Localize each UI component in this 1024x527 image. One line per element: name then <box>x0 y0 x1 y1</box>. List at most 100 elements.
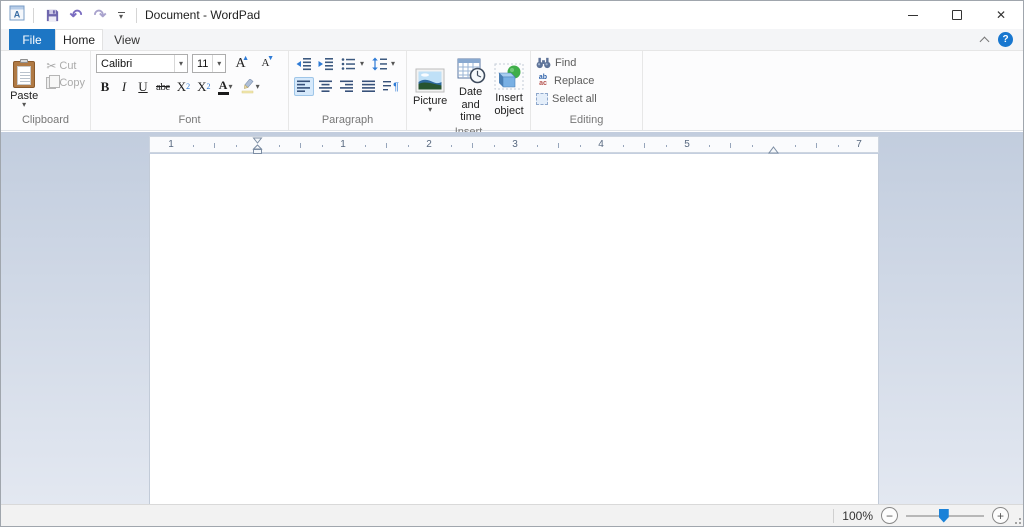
minus-icon: − <box>886 510 893 522</box>
minimize-icon <box>908 15 918 16</box>
chevron-down-icon: ▾ <box>119 14 123 19</box>
statusbar: 100% − + <box>1 504 1023 526</box>
group-label-clipboard: Clipboard <box>1 113 90 130</box>
align-right-button[interactable] <box>338 77 358 96</box>
copy-button[interactable]: Copy <box>46 77 85 89</box>
paste-button[interactable]: Paste ▾ <box>6 54 42 113</box>
save-button[interactable] <box>42 5 62 25</box>
ruler-tick <box>752 145 753 147</box>
chevron-down-icon[interactable]: ▾ <box>391 61 395 67</box>
find-button[interactable]: Find <box>536 54 637 71</box>
bold-button[interactable]: B <box>96 77 114 96</box>
titlebar-separator <box>33 8 34 23</box>
justify-button[interactable] <box>359 77 379 96</box>
zoom-out-button[interactable]: − <box>881 507 898 524</box>
ruler-tick <box>408 145 409 147</box>
replace-icon: abac <box>536 75 550 87</box>
undo-button[interactable]: ↶ <box>66 5 86 25</box>
grow-font-button[interactable]: A▲ <box>230 54 251 73</box>
group-label-paragraph: Paragraph <box>289 113 406 130</box>
ruler-tick <box>214 143 215 148</box>
titlebar-separator <box>136 8 137 23</box>
zoom-slider-thumb[interactable] <box>939 509 949 523</box>
insert-object-button[interactable]: Insertobject <box>493 54 525 125</box>
zoom-slider[interactable] <box>906 508 984 524</box>
ruler-number: 1 <box>168 139 174 150</box>
chevron-down-icon: ▾ <box>179 61 183 67</box>
subscript-button[interactable]: X2 <box>174 77 193 96</box>
font-family-combo[interactable]: Calibri ▾ <box>96 54 188 73</box>
picture-icon <box>415 68 445 93</box>
resize-grip[interactable] <box>1011 514 1021 524</box>
minimize-button[interactable] <box>891 1 935 29</box>
redo-button[interactable]: ↷ <box>90 5 110 25</box>
chevron-down-icon: ▾ <box>256 84 260 90</box>
ruler-tick <box>193 145 194 147</box>
ruler-tick <box>236 145 237 147</box>
font-size-combo[interactable]: 11 ▾ <box>192 54 226 73</box>
customize-qat-button[interactable]: ▾ <box>114 12 128 19</box>
close-button[interactable]: ✕ <box>979 1 1023 29</box>
italic-button[interactable]: I <box>115 77 133 96</box>
group-insert: Picture ▾ Date andt <box>407 51 531 130</box>
select-all-button[interactable]: Select all <box>536 90 637 107</box>
chevron-down-icon: ▾ <box>217 61 221 67</box>
superscript-button[interactable]: X2 <box>194 77 213 96</box>
save-icon <box>45 8 60 23</box>
ruler-tick <box>494 145 495 147</box>
ruler-tick <box>537 145 538 147</box>
chevron-down-icon: ▾ <box>428 107 432 113</box>
zoom-level: 100% <box>842 509 873 523</box>
list-button[interactable] <box>338 54 358 73</box>
align-left-icon <box>297 80 311 93</box>
maximize-button[interactable] <box>935 1 979 29</box>
insert-picture-button[interactable]: Picture ▾ <box>412 54 448 125</box>
ruler-tick <box>666 145 667 147</box>
align-center-button[interactable] <box>316 77 336 96</box>
ruler-number: 4 <box>598 139 604 150</box>
strikethrough-button[interactable]: abe <box>153 77 173 96</box>
collapse-ribbon-button[interactable] <box>980 36 990 44</box>
increase-indent-button[interactable] <box>316 54 336 73</box>
ruler-tick <box>472 143 473 148</box>
align-left-button[interactable] <box>294 77 314 96</box>
select-all-icon <box>536 93 548 105</box>
shrink-font-button[interactable]: A▼ <box>255 54 276 73</box>
ruler-tick <box>365 145 366 147</box>
ruler-tick <box>838 145 839 147</box>
wordpad-app-icon[interactable]: A <box>9 5 25 26</box>
bullet-list-icon <box>341 57 355 71</box>
highlight-color-button[interactable]: ▾ <box>237 77 263 96</box>
group-paragraph: ▾ ▾ <box>289 51 407 130</box>
font-color-button[interactable]: A ▾ <box>215 77 236 96</box>
window-title: Document - WordPad <box>145 8 260 22</box>
chevron-down-icon[interactable]: ▾ <box>360 61 364 67</box>
ruler-number: 7 <box>856 139 862 150</box>
paragraph-dialog-button[interactable]: ¶ <box>381 77 401 96</box>
tab-view[interactable]: View <box>103 29 151 50</box>
group-font: Calibri ▾ 11 ▾ A▲ A▼ B I <box>91 51 289 130</box>
hanging-indent-marker <box>254 145 262 149</box>
decrease-indent-button[interactable] <box>294 54 314 73</box>
insert-datetime-button[interactable]: Date andtime <box>452 54 489 125</box>
find-icon <box>536 57 551 69</box>
group-clipboard: Paste ▾ ✂ Cut Copy Clipboard <box>1 51 91 130</box>
wordpad-window: A ↶ ↷ ▾ Document - WordPad <box>0 0 1024 527</box>
ruler-tick <box>386 143 387 148</box>
zoom-in-button[interactable]: + <box>992 507 1009 524</box>
cut-button[interactable]: ✂ Cut <box>46 59 85 73</box>
tab-file[interactable]: File <box>9 29 55 50</box>
group-label-editing: Editing <box>531 113 642 130</box>
line-spacing-button[interactable] <box>369 54 389 73</box>
replace-button[interactable]: abac Replace <box>536 72 637 89</box>
ruler-number: 1 <box>340 139 346 150</box>
copy-icon <box>46 77 56 89</box>
ruler-tick <box>709 145 710 147</box>
underline-button[interactable]: U <box>134 77 152 96</box>
document-page[interactable] <box>149 154 879 504</box>
indent-markers[interactable] <box>252 137 263 154</box>
right-indent-marker[interactable] <box>768 146 779 154</box>
help-button[interactable]: ? <box>998 32 1013 47</box>
titlebar: A ↶ ↷ ▾ Document - WordPad <box>1 1 1023 29</box>
tab-home[interactable]: Home <box>55 29 103 50</box>
